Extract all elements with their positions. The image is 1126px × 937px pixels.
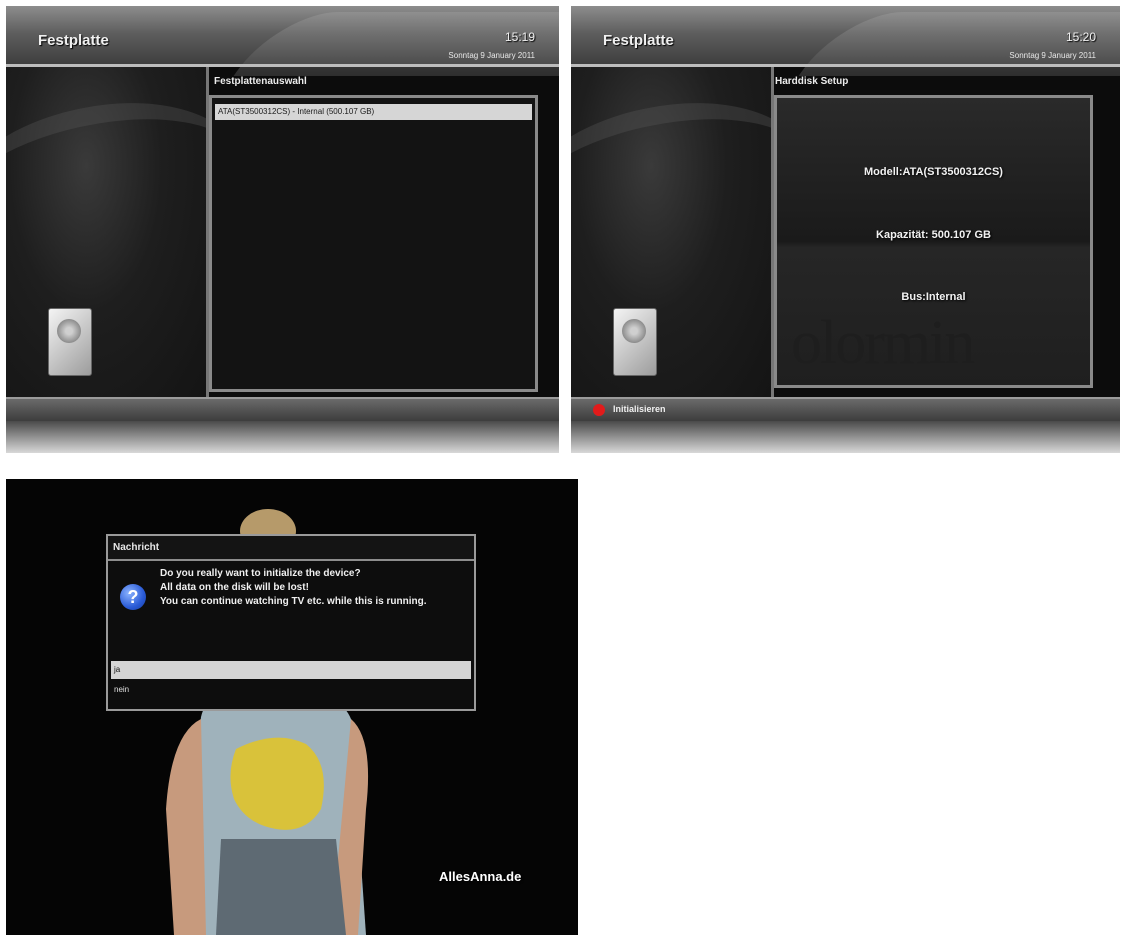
header-bar: Festplatte 15:20 Sonntag 9 January 2011 bbox=[571, 6, 1120, 76]
question-icon: ? bbox=[120, 584, 146, 610]
dialog-message-line: All data on the disk will be lost! bbox=[160, 582, 309, 593]
option-yes[interactable]: ja bbox=[111, 661, 471, 679]
hdd-selection-screen: Festplatte 15:19 Sonntag 9 January 2011 … bbox=[6, 6, 559, 453]
bottom-bar bbox=[6, 397, 559, 421]
channel-watermark: AllesAnna.de bbox=[439, 869, 522, 884]
header-date: Sonntag 9 January 2011 bbox=[448, 51, 535, 60]
header-title: Festplatte bbox=[603, 32, 674, 49]
bus-label: Bus:Internal bbox=[901, 291, 966, 303]
model-label: Modell:ATA(ST3500312CS) bbox=[864, 166, 1003, 178]
confirm-dialog: Nachricht ? Do you really want to initia… bbox=[106, 534, 476, 711]
harddisk-info-panel: olormin Modell:ATA(ST3500312CS) Kapazitä… bbox=[774, 95, 1093, 388]
panel-title: Festplattenauswahl bbox=[214, 76, 307, 87]
option-no[interactable]: nein bbox=[111, 681, 471, 699]
header-time: 15:19 bbox=[504, 30, 535, 44]
header-date: Sonntag 9 January 2011 bbox=[1009, 51, 1096, 60]
hdd-list-panel: ATA(ST3500312CS) - Internal (500.107 GB) bbox=[209, 95, 538, 392]
dialog-message-line: You can continue watching TV etc. while … bbox=[160, 596, 427, 607]
left-pane bbox=[571, 67, 826, 397]
header-bar: Festplatte 15:19 Sonntag 9 January 2011 bbox=[6, 6, 559, 76]
harddisk-setup-screen: Festplatte 15:20 Sonntag 9 January 2011 … bbox=[571, 6, 1120, 453]
harddisk-icon bbox=[48, 308, 92, 376]
confirm-dialog-screen: Nachricht ? Do you really want to initia… bbox=[6, 479, 578, 935]
header-title: Festplatte bbox=[38, 32, 109, 49]
header-time: 15:20 bbox=[1065, 30, 1096, 44]
harddisk-icon bbox=[613, 308, 657, 376]
dialog-message-line: Do you really want to initialize the dev… bbox=[160, 568, 361, 579]
left-pane bbox=[6, 67, 261, 397]
dialog-title: Nachricht bbox=[108, 536, 474, 561]
hdd-list-item[interactable]: ATA(ST3500312CS) - Internal (500.107 GB) bbox=[215, 104, 532, 120]
background-text: olormin bbox=[791, 309, 975, 377]
capacity-label: Kapazität: 500.107 GB bbox=[876, 229, 991, 241]
initialize-button-label[interactable]: Initialisieren bbox=[613, 404, 666, 414]
red-button-icon[interactable] bbox=[593, 404, 605, 416]
panel-title: Harddisk Setup bbox=[775, 76, 849, 87]
